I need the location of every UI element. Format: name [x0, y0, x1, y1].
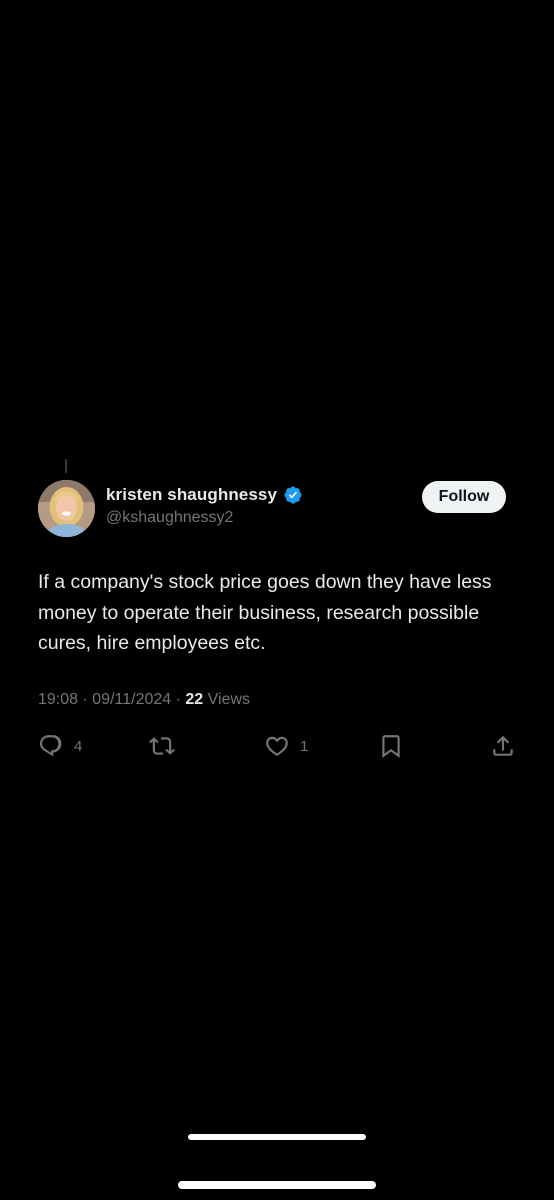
tweet-time[interactable]: 19:08 [38, 691, 78, 708]
author-name-row[interactable]: kristen shaughnessy [106, 485, 303, 505]
like-button[interactable]: 1 [264, 732, 308, 760]
tweet-text: If a company's stock price goes down the… [38, 571, 492, 654]
views-count[interactable]: 22 [185, 691, 203, 708]
profile-photo-icon [38, 480, 95, 537]
views-label: Views [207, 691, 251, 708]
home-indicator[interactable] [188, 1134, 366, 1140]
share-icon [493, 735, 513, 756]
bottom-bar-indicator [178, 1181, 376, 1189]
avatar[interactable] [38, 480, 95, 537]
reply-icon [39, 735, 62, 757]
meta-separator: · [82, 691, 88, 708]
tweet-date[interactable]: 09/11/2024 [92, 691, 171, 708]
heart-icon [266, 736, 288, 756]
tweet-meta: 19:08 · 09/11/2024 · 22 Views [38, 691, 250, 709]
display-name[interactable]: kristen shaughnessy [106, 485, 277, 505]
meta-separator: · [175, 691, 181, 708]
retweet-icon [149, 737, 175, 755]
action-bar: 4 1 [0, 732, 554, 762]
author-handle[interactable]: @kshaughnessy2 [106, 509, 233, 527]
thread-connector-line [65, 459, 67, 473]
bookmark-icon [382, 735, 400, 758]
share-button[interactable] [490, 732, 516, 760]
like-count: 1 [300, 737, 309, 755]
verified-badge-icon [284, 486, 302, 504]
retweet-button[interactable] [148, 732, 186, 760]
reply-button[interactable]: 4 [38, 732, 82, 760]
follow-button[interactable]: Follow [422, 481, 506, 513]
bookmark-button[interactable] [378, 732, 404, 760]
reply-count: 4 [74, 737, 83, 755]
